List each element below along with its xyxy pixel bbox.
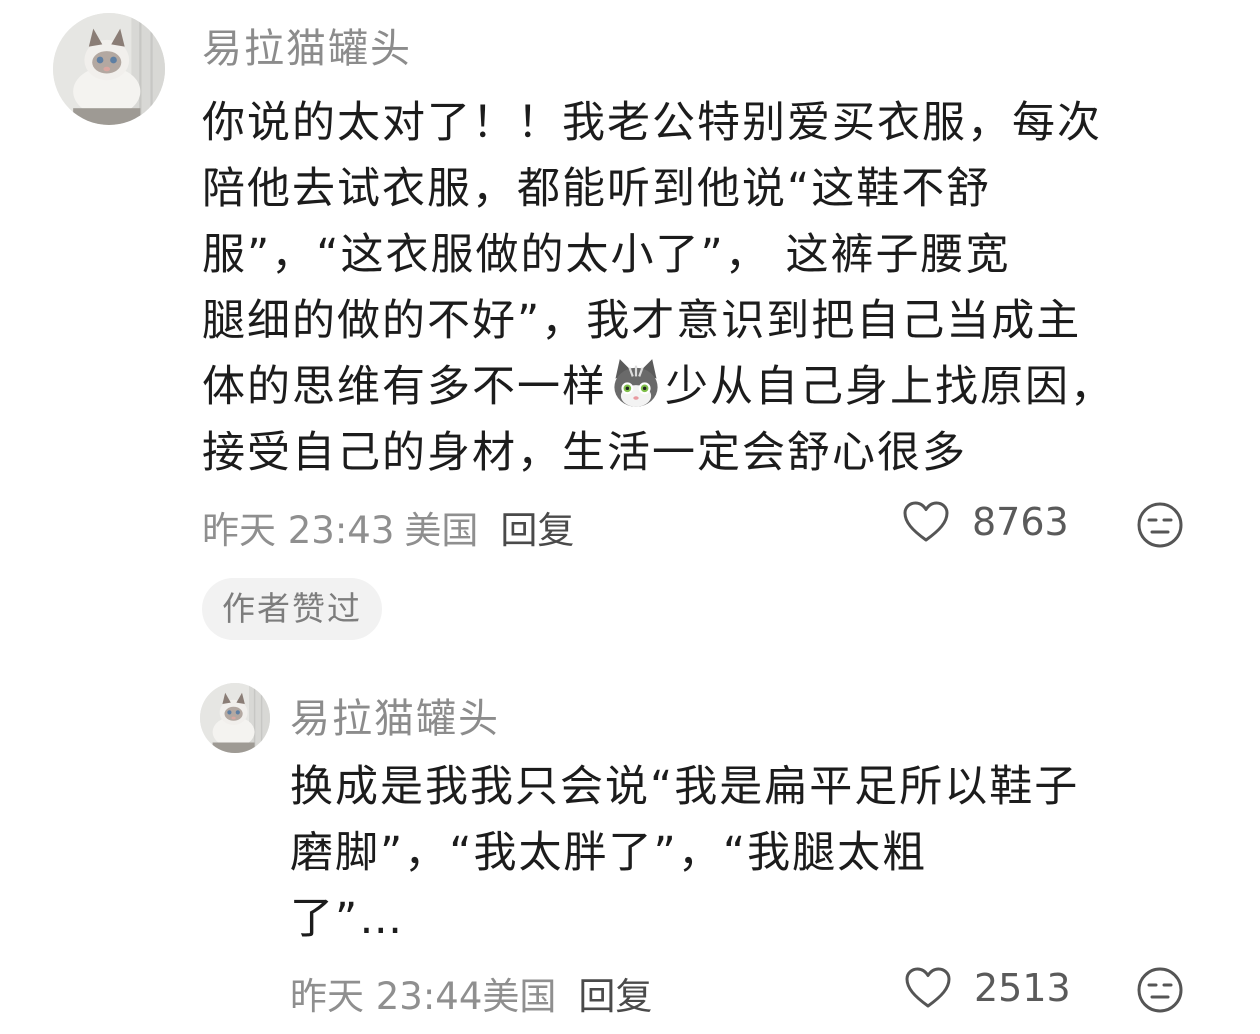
- timestamp: 昨天 23:44: [290, 975, 483, 1018]
- comment-line: 换成是我我只会说“我是扁平足所以鞋子: [290, 762, 1080, 812]
- comment-line: 腿细的做的不好”，我才意识到把自己当成主: [202, 296, 1082, 346]
- like-button[interactable]: 2513: [904, 966, 1071, 1010]
- comment-line-segment: 少从自己身上找原因，: [665, 362, 1115, 412]
- heart-outline-icon: [903, 501, 949, 542]
- heart-outline-icon: [905, 967, 951, 1008]
- dislike-button[interactable]: [1136, 966, 1184, 1014]
- author-liked-badge: 作者赞过: [202, 578, 382, 640]
- comment-thread: 易拉猫罐头 你说的太对了！！我老公特别爱买衣服，每次 陪他去试衣服，都能听到他说…: [0, 0, 1260, 1034]
- comment-meta: 昨天 23:43 美国 回复: [202, 500, 574, 554]
- location: 美国: [482, 975, 557, 1018]
- comment-line: 你说的太对了！！我老公特别爱买衣服，每次: [202, 98, 1102, 148]
- comment-line: 磨脚”，“我太胖了”，“我腿太粗: [290, 828, 928, 878]
- reply-button[interactable]: 回复: [500, 500, 574, 554]
- comment-meta: 昨天 23:44 美国 回复: [290, 966, 652, 1020]
- like-count: 2513: [974, 966, 1071, 1010]
- comment-line-segment: 体的思维有多不一样: [202, 362, 607, 412]
- neutral-face-icon: [1137, 502, 1183, 548]
- avatar[interactable]: [200, 683, 270, 753]
- neutral-face-icon: [1137, 967, 1183, 1013]
- comment-line: 服”，“这衣服做的太小了”， 这裤子腰宽: [202, 230, 1011, 280]
- timestamp: 昨天 23:43: [202, 509, 395, 552]
- comment-line: 接受自己的身材，生活一定会舒心很多: [202, 428, 967, 478]
- comment-text: 你说的太对了！！我老公特别爱买衣服，每次 陪他去试衣服，都能听到他说“这鞋不舒 …: [202, 90, 1202, 486]
- comment-line: 了”…: [290, 894, 405, 944]
- cat-photo-icon: [200, 683, 270, 753]
- username[interactable]: 易拉猫罐头: [290, 686, 500, 744]
- like-button[interactable]: 8763: [902, 500, 1069, 544]
- cat-photo-icon: [53, 13, 165, 125]
- avatar[interactable]: [53, 13, 165, 125]
- location: 美国: [404, 509, 479, 552]
- comment-text: 换成是我我只会说“我是扁平足所以鞋子 磨脚”，“我太胖了”，“我腿太粗 了”…: [290, 754, 1210, 952]
- cat-face-emoji-icon: [609, 357, 663, 411]
- dislike-button[interactable]: [1136, 501, 1184, 549]
- username[interactable]: 易拉猫罐头: [202, 16, 412, 74]
- comment-line-with-emoji: 体的思维有多不一样 少从自己身上找原因，: [202, 354, 1202, 420]
- like-count: 8763: [972, 500, 1069, 544]
- comment-line: 陪他去试衣服，都能听到他说“这鞋不舒: [202, 164, 992, 214]
- reply-button[interactable]: 回复: [578, 966, 652, 1020]
